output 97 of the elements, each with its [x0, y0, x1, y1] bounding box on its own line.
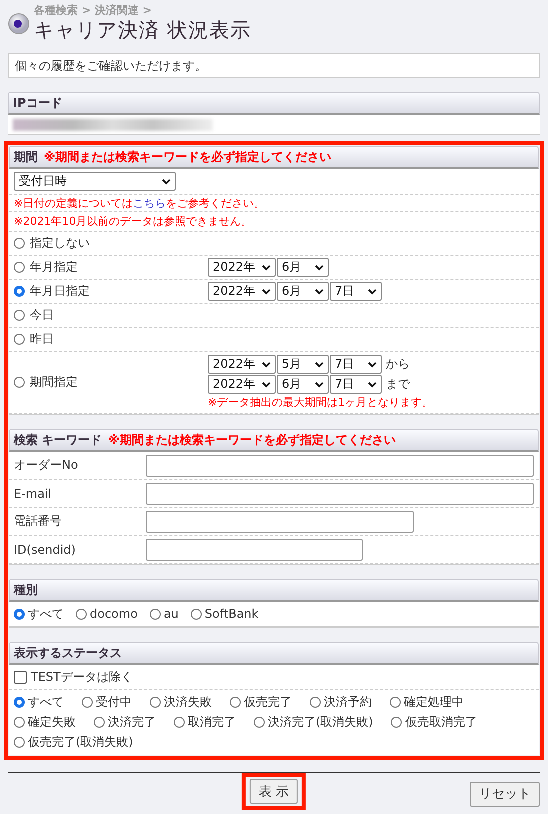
radio-label: 年月指定 — [30, 259, 78, 276]
dropdown[interactable]: 7日 — [330, 355, 382, 374]
field-label: オーダーNo — [14, 457, 78, 474]
section-title: IPコード — [13, 94, 62, 112]
radio-label: 昨日 — [30, 331, 54, 348]
section-title: 期間 — [14, 148, 38, 166]
checkbox-label: TESTデータは除く — [31, 668, 133, 686]
radio-button[interactable] — [14, 238, 25, 249]
radio-label: SoftBank — [204, 607, 259, 621]
required-note: ※期間または検索キーワードを必ず指定してください — [44, 148, 332, 166]
radio-button[interactable] — [82, 697, 93, 708]
chevron-icon — [262, 264, 271, 270]
page-title: キャリア決済 状況表示 — [34, 17, 252, 43]
radio-label: 決済予約 — [324, 694, 372, 711]
field-label: E-mail — [14, 486, 52, 500]
field-label: 電話番号 — [14, 513, 62, 530]
field-label: ID(sendid) — [14, 542, 76, 556]
warning-note: ※データ抽出の最大期間は1ヶ月となります。 — [208, 395, 434, 410]
radio-button[interactable] — [390, 697, 401, 708]
radio-button[interactable] — [94, 717, 105, 728]
input-field[interactable] — [146, 482, 534, 504]
chevron-icon — [315, 382, 324, 388]
radio-button[interactable] — [14, 697, 25, 708]
range-suffix: まで — [386, 376, 410, 393]
note-text: ※日付の定義についてはこちら をご参考ください。 — [14, 196, 266, 210]
radio-button[interactable] — [174, 717, 185, 728]
radio-label: 受付中 — [96, 694, 132, 711]
radio-label: 取消完了 — [188, 714, 236, 731]
radio-button[interactable] — [150, 697, 161, 708]
radio-button[interactable] — [190, 608, 202, 620]
input-field[interactable] — [146, 510, 414, 532]
radio-label: 仮売完了 — [244, 694, 292, 711]
radio-label: 指定しない — [30, 235, 90, 252]
radio-button[interactable] — [14, 262, 25, 273]
radio-button[interactable] — [150, 608, 161, 620]
radio-label: 決済完了 — [108, 714, 156, 731]
radio-button[interactable] — [230, 697, 241, 708]
radio-label: 今日 — [30, 307, 54, 324]
chevron-icon — [315, 288, 324, 294]
radio-label: 確定失敗 — [28, 714, 76, 731]
breadcrumb: 各種検索 > 決済関連 > — [34, 5, 153, 17]
dropdown[interactable]: 2022年 — [208, 375, 276, 394]
reset-button[interactable]: リセット — [470, 782, 540, 806]
radio-label: 確定処理中 — [404, 694, 464, 711]
radio-button[interactable] — [14, 717, 25, 728]
radio-button[interactable] — [14, 334, 25, 345]
dropdown[interactable]: 6月 — [277, 375, 329, 394]
dropdown[interactable]: 5月 — [277, 355, 329, 374]
radio-button[interactable] — [14, 310, 25, 321]
required-note: ※期間または検索キーワードを必ず指定してください — [108, 432, 396, 448]
radio-button[interactable] — [391, 717, 402, 728]
chevron-icon — [162, 178, 171, 184]
range-suffix: から — [386, 356, 410, 373]
dropdown[interactable]: 7日 — [330, 375, 382, 394]
radio-button[interactable] — [254, 717, 265, 728]
radio-button[interactable] — [14, 608, 25, 620]
description-text: 個々の履歴をご確認いただけます。 — [8, 53, 540, 78]
radio-label: 仮売完了(取消失敗) — [28, 734, 134, 751]
dropdown[interactable]: 6月 — [277, 282, 329, 301]
radio-button[interactable] — [310, 697, 321, 708]
chevron-icon — [262, 362, 271, 368]
input-field[interactable] — [146, 538, 363, 560]
section-title: 検索 キーワード — [14, 432, 102, 448]
chevron-icon — [368, 382, 377, 388]
section-title: 表示するステータス — [14, 644, 122, 662]
dropdown[interactable]: 2022年 — [208, 355, 276, 374]
dropdown[interactable]: 6月 — [277, 258, 329, 277]
dropdown[interactable]: 2022年 — [208, 258, 276, 277]
chevron-icon — [368, 362, 377, 368]
radio-button[interactable] — [14, 286, 25, 297]
chevron-icon — [368, 288, 377, 294]
radio-label: 決済失敗 — [164, 694, 212, 711]
radio-label: すべて — [28, 606, 64, 622]
input-field[interactable] — [146, 454, 534, 476]
radio-label: 仮売取消完了 — [405, 714, 478, 731]
radio-label: docomo — [90, 607, 138, 621]
dropdown[interactable]: 7日 — [330, 282, 382, 301]
dropdown[interactable]: 2022年 — [208, 282, 276, 301]
dropdown[interactable]: 受付日時 — [14, 172, 176, 191]
chevron-icon — [262, 382, 271, 388]
radio-button[interactable] — [14, 377, 25, 388]
bullet-icon — [8, 13, 30, 35]
radio-label: 決済完了(取消失敗) — [268, 714, 374, 731]
chevron-icon — [262, 288, 271, 294]
checkbox[interactable] — [14, 670, 27, 684]
radio-label: 年月日指定 — [30, 283, 90, 300]
chevron-icon — [315, 362, 324, 368]
radio-button[interactable] — [14, 737, 25, 748]
section-title: 種別 — [14, 582, 38, 598]
radio-label: 期間指定 — [30, 374, 78, 391]
reference-link[interactable]: こちら — [133, 196, 166, 210]
radio-label: すべて — [28, 694, 64, 711]
chevron-icon — [315, 264, 324, 270]
note-text: ※2021年10月以前のデータは参照できません。 — [14, 214, 252, 229]
radio-button[interactable] — [76, 608, 87, 620]
radio-label: au — [164, 607, 179, 621]
display-button[interactable]: 表 示 — [250, 779, 298, 804]
